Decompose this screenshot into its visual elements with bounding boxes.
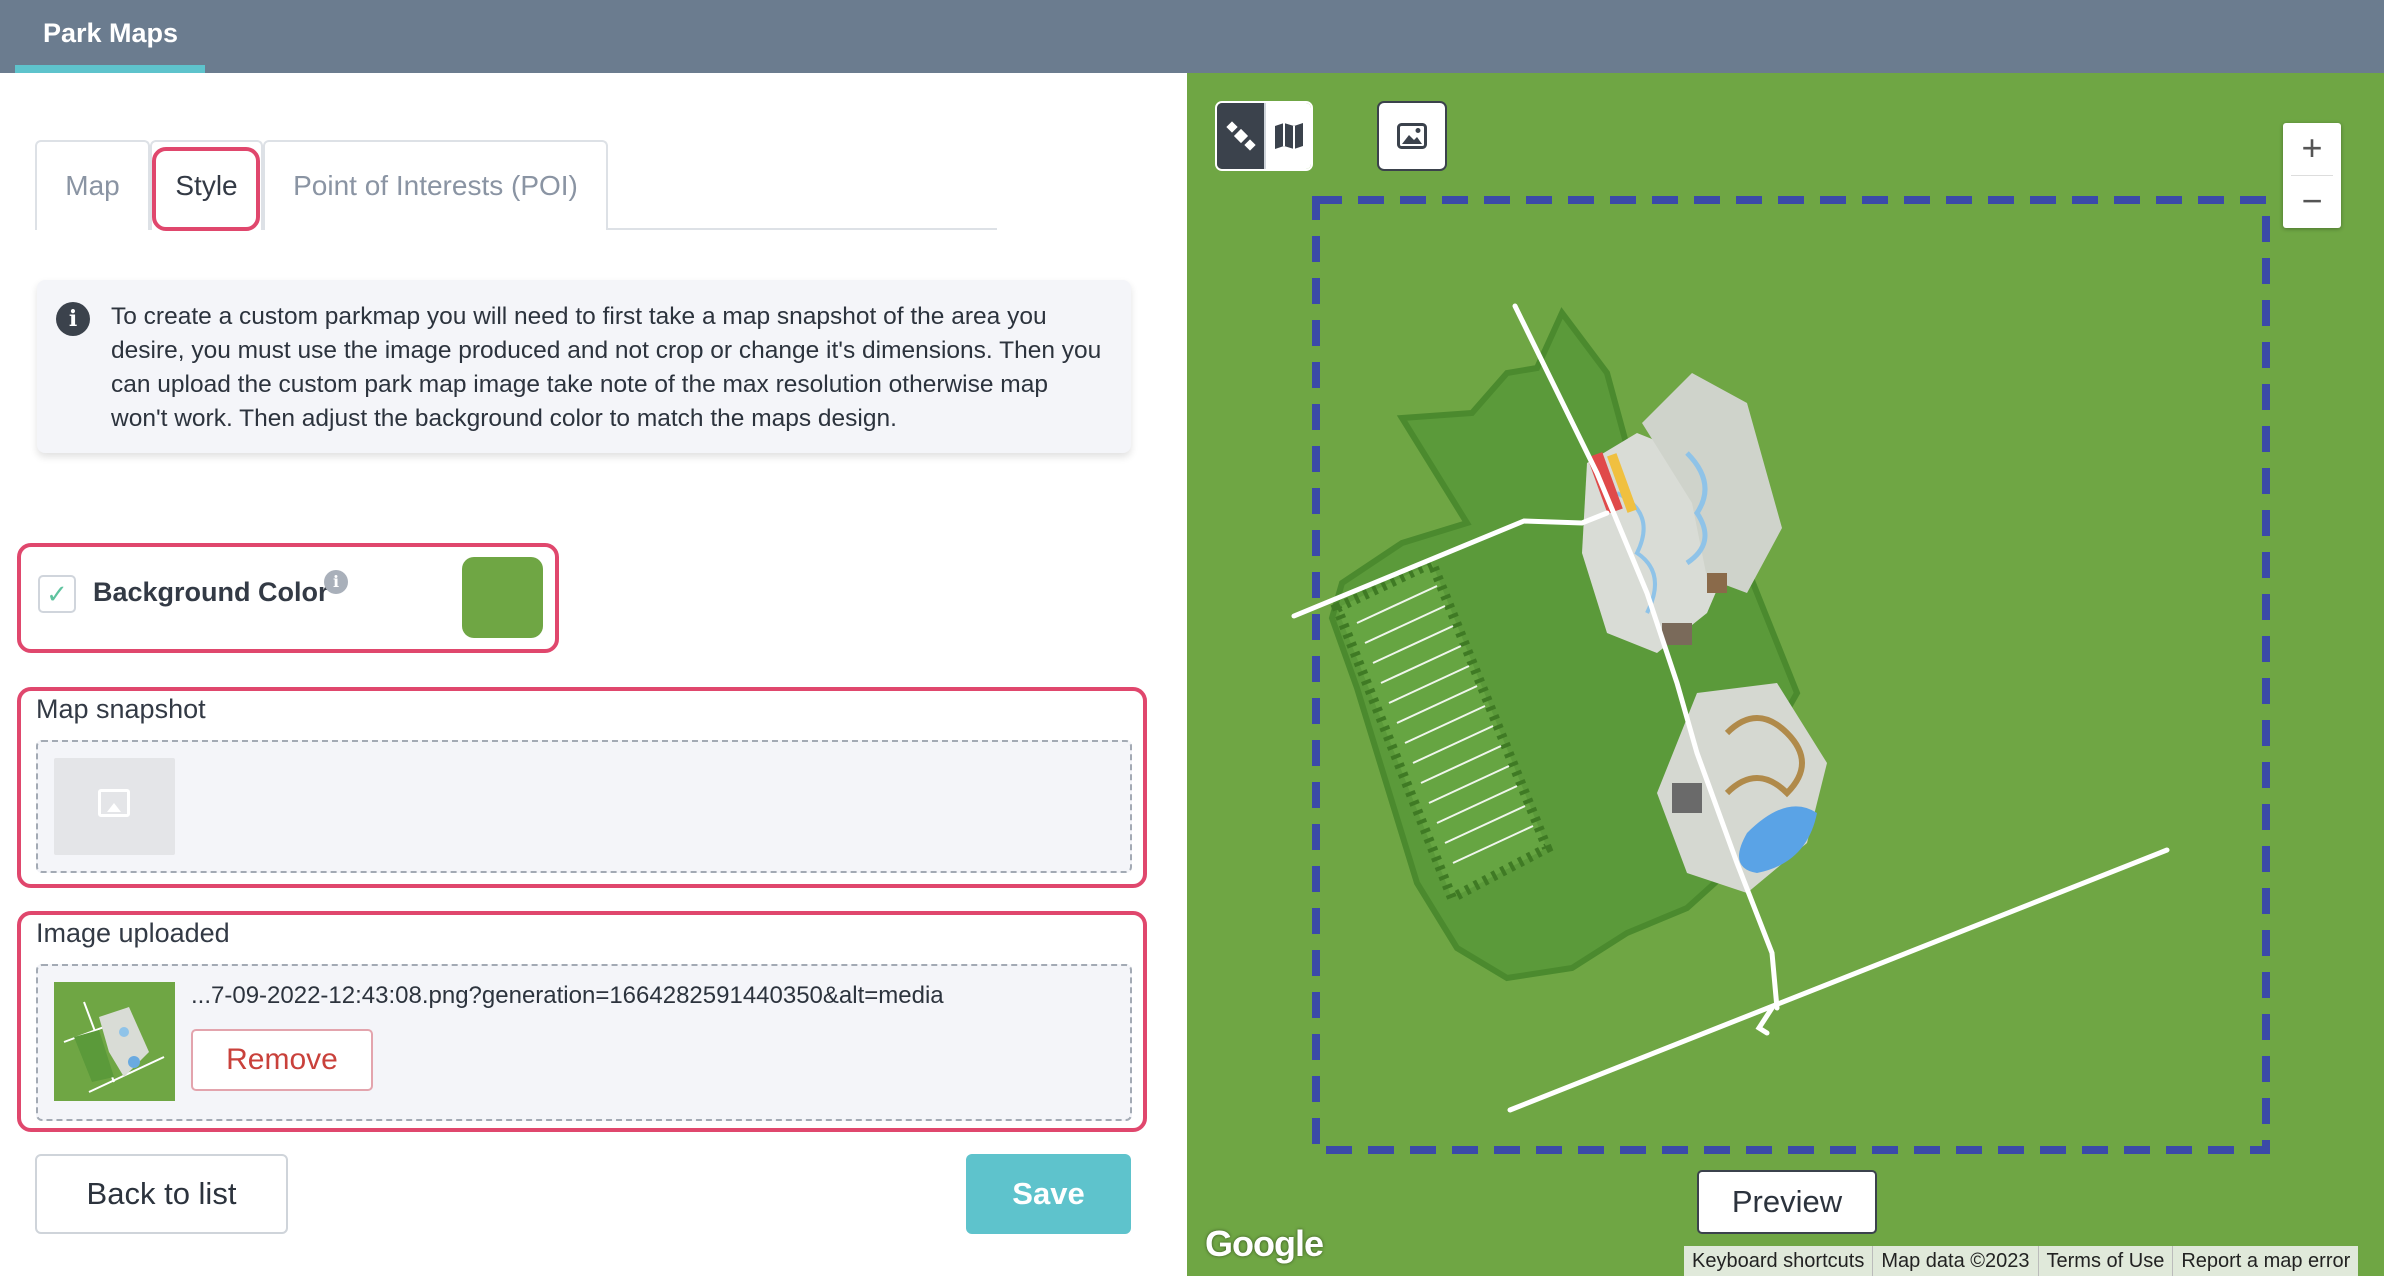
- top-bar: Park Maps: [0, 0, 2384, 73]
- map-type-toggle: [1215, 101, 1313, 171]
- terms-of-use-link[interactable]: Terms of Use: [2037, 1246, 2173, 1276]
- map-icon: [1274, 123, 1303, 149]
- info-box: i To create a custom parkmap you will ne…: [37, 280, 1131, 453]
- info-text: To create a custom parkmap you will need…: [111, 303, 1102, 432]
- map-data-text: Map data ©2023: [1872, 1246, 2037, 1276]
- zoom-controls: + −: [2283, 123, 2341, 228]
- image-placeholder: [54, 758, 175, 855]
- map-attribution: Keyboard shortcuts Map data ©2023 Terms …: [1684, 1246, 2359, 1276]
- save-button[interactable]: Save: [966, 1154, 1131, 1234]
- background-color-section: ✓ Background Color i: [17, 543, 559, 653]
- tab-poi[interactable]: Point of Interests (POI): [263, 140, 608, 230]
- remove-button[interactable]: Remove: [191, 1029, 373, 1091]
- back-to-list-button[interactable]: Back to list: [35, 1154, 288, 1234]
- tab-style[interactable]: Style: [150, 140, 263, 230]
- zoom-out-button[interactable]: −: [2283, 176, 2341, 228]
- image-icon: [1397, 123, 1427, 149]
- map-snapshot-dropzone[interactable]: [36, 740, 1132, 873]
- active-tab-indicator: [15, 65, 205, 73]
- image-uploaded-dropzone[interactable]: ...7-09-2022-12:43:08.png?generation=166…: [36, 964, 1132, 1121]
- roadmap-view-button[interactable]: [1264, 103, 1311, 169]
- map-canvas[interactable]: [1187, 73, 2384, 1276]
- report-map-error-link[interactable]: Report a map error: [2172, 1246, 2358, 1276]
- info-icon[interactable]: i: [324, 570, 348, 594]
- info-icon: i: [56, 302, 90, 336]
- image-uploaded-title: Image uploaded: [36, 918, 230, 948]
- uploaded-file-name: ...7-09-2022-12:43:08.png?generation=166…: [191, 982, 944, 1009]
- map-view[interactable]: + − Preview Google Keyboard shortcuts Ma…: [1187, 73, 2384, 1276]
- tab-bar: Map Style Point of Interests (POI): [35, 140, 997, 231]
- map-snapshot-section: Map snapshot: [17, 687, 1147, 888]
- zoom-in-button[interactable]: +: [2283, 123, 2341, 175]
- background-color-label: Background Color: [93, 577, 329, 607]
- preview-button[interactable]: Preview: [1697, 1170, 1877, 1234]
- satellite-icon: [1225, 121, 1256, 151]
- background-color-swatch[interactable]: [462, 557, 543, 638]
- tab-map[interactable]: Map: [35, 140, 150, 230]
- keyboard-shortcuts-link[interactable]: Keyboard shortcuts: [1684, 1246, 1872, 1276]
- background-color-checkbox[interactable]: ✓: [38, 575, 76, 613]
- satellite-view-button[interactable]: [1217, 103, 1264, 169]
- image-uploaded-section: Image uploaded ...7-09-2022-12:43:08.png…: [17, 911, 1147, 1132]
- image-overlay-button[interactable]: [1377, 101, 1447, 171]
- uploaded-image-thumbnail: [54, 982, 175, 1101]
- settings-panel: Map Style Point of Interests (POI) i To …: [0, 73, 1187, 1276]
- image-icon: [98, 789, 130, 817]
- app-title-tab[interactable]: Park Maps: [15, 0, 205, 73]
- map-snapshot-title: Map snapshot: [36, 694, 206, 724]
- google-logo: Google: [1205, 1223, 1324, 1264]
